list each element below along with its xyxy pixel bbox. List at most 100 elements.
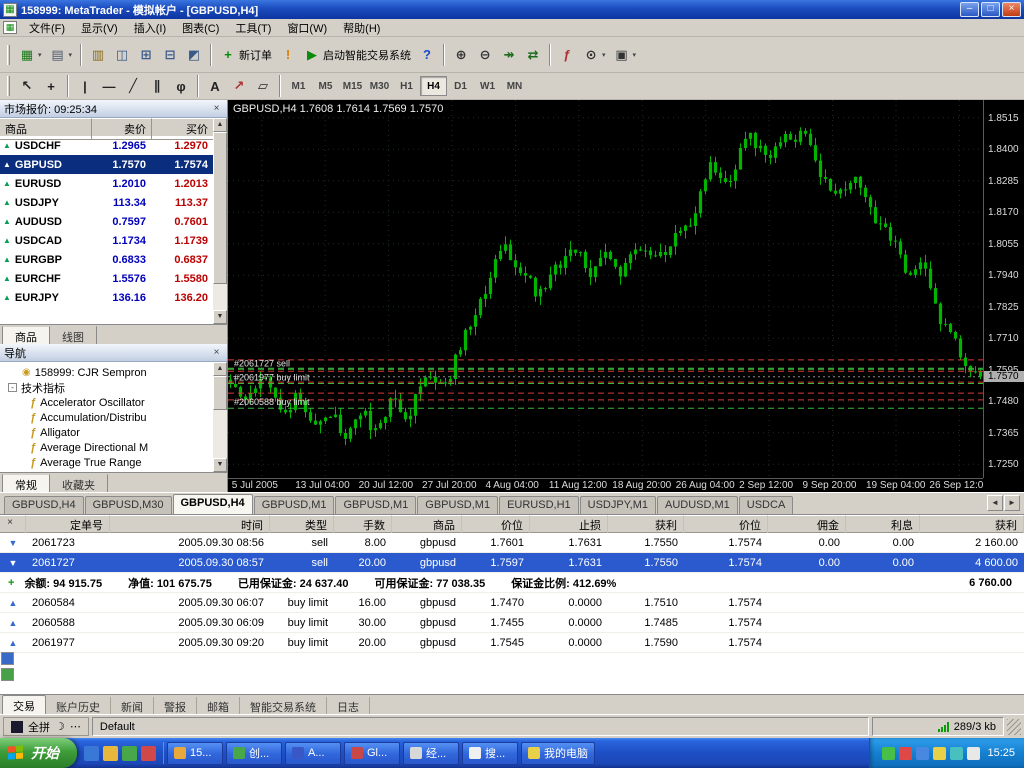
- trendline-button[interactable]: ╱: [121, 74, 145, 98]
- timeframe-mn-button[interactable]: MN: [501, 76, 528, 96]
- menu-item-tools[interactable]: 工具(T): [227, 18, 279, 38]
- indicators-button[interactable]: ƒ: [555, 43, 579, 67]
- chart-tab[interactable]: USDJPY,M1: [580, 496, 656, 514]
- expert-advisor-button[interactable]: ▶启动智能交易系统: [300, 43, 415, 67]
- restore-button[interactable]: □: [981, 2, 1000, 17]
- taskbar-task-5[interactable]: 搜...: [462, 742, 518, 765]
- taskbar-task-6[interactable]: 我的电脑: [521, 742, 595, 765]
- terminal-column-header[interactable]: 获利: [608, 515, 684, 533]
- taskbar-task-2[interactable]: A...: [285, 742, 341, 765]
- scroll-left-icon[interactable]: ◄: [987, 495, 1003, 511]
- market-watch-row-eurusd[interactable]: ▲EURUSD1.20101.2013: [0, 174, 214, 193]
- profiles-button[interactable]: ▤▾: [46, 43, 77, 67]
- chart-time-axis[interactable]: 5 Jul 200513 Jul 04:0020 Jul 12:0027 Jul…: [228, 478, 983, 492]
- timeframe-d1-button[interactable]: D1: [447, 76, 474, 96]
- market-watch-row-eurchf[interactable]: ▲EURCHF1.55761.5580: [0, 269, 214, 288]
- close-button[interactable]: ×: [1002, 2, 1021, 17]
- timeframe-h4-button[interactable]: H4: [420, 76, 447, 96]
- navigator-group-indicators[interactable]: -技术指标: [0, 380, 214, 395]
- navigator-indicator-item[interactable]: ƒAverage True Range: [0, 455, 214, 470]
- tray-icon[interactable]: [899, 747, 912, 760]
- terminal-column-header[interactable]: 商品: [392, 515, 462, 533]
- navigator-indicator-item[interactable]: ƒAccelerator Oscillator: [0, 395, 214, 410]
- toolbar-grip[interactable]: [7, 45, 10, 65]
- minimize-button[interactable]: –: [960, 2, 979, 17]
- tray-icon[interactable]: [882, 747, 895, 760]
- alert-button[interactable]: !: [276, 43, 300, 67]
- close-icon[interactable]: ×: [210, 347, 223, 358]
- order-row-2061723[interactable]: ▼20617232005.09.30 08:56sell8.00gbpusd1.…: [0, 533, 1024, 553]
- terminal-column-header[interactable]: 获利: [920, 515, 1024, 533]
- market-watch-titlebar[interactable]: 市场报价: 09:25:34 ×: [0, 100, 227, 118]
- horizontal-line-button[interactable]: —: [97, 74, 121, 98]
- auto-scroll-button[interactable]: ↠: [497, 43, 521, 67]
- terminal-tab[interactable]: 警报: [154, 697, 197, 714]
- menu-item-insert[interactable]: 插入(I): [126, 18, 174, 38]
- terminal-tab[interactable]: 账户历史: [46, 697, 111, 714]
- navigator-titlebar[interactable]: 导航 ×: [0, 344, 227, 362]
- crosshair-button[interactable]: +: [39, 74, 63, 98]
- terminal-column-header[interactable]: 佣金: [768, 515, 846, 533]
- timeframe-h1-button[interactable]: H1: [393, 76, 420, 96]
- order-row-2061977[interactable]: ▲20619772005.09.30 09:20buy limit20.00gb…: [0, 633, 1024, 653]
- terminal-column-header[interactable]: 价位: [684, 515, 768, 533]
- chart-window-icon[interactable]: ▦: [3, 21, 17, 34]
- quick-launch-icon[interactable]: [141, 746, 156, 761]
- chart-tab[interactable]: GBPUSD,M1: [254, 496, 335, 514]
- timeframe-w1-button[interactable]: W1: [474, 76, 501, 96]
- chart-tab[interactable]: USDCA: [739, 496, 794, 514]
- market-watch-column-header[interactable]: 商品: [0, 118, 92, 140]
- quick-launch-icon[interactable]: [122, 746, 137, 761]
- terminal-close-icon[interactable]: ×: [4, 518, 16, 530]
- tray-icon[interactable]: [916, 747, 929, 760]
- profile-field[interactable]: Default: [92, 717, 869, 736]
- menu-item-file[interactable]: 文件(F): [21, 18, 73, 38]
- candlestick-chart[interactable]: #2061727 sell#2061977 buy limit#2060588 …: [228, 100, 983, 478]
- menu-item-charts[interactable]: 图表(C): [174, 18, 227, 38]
- ime-bar[interactable]: 全拼 ☽ ⋯: [3, 717, 89, 736]
- navigator-indicator-item[interactable]: ƒAccumulation/Distribu: [0, 410, 214, 425]
- start-button[interactable]: 开始: [0, 738, 77, 768]
- menu-item-window[interactable]: 窗口(W): [279, 18, 335, 38]
- market-watch-button[interactable]: ▥: [86, 43, 110, 67]
- arrow-tool-button[interactable]: ↗: [227, 74, 251, 98]
- terminal-column-header[interactable]: 定单号: [26, 515, 110, 533]
- scroll-down-icon[interactable]: ▼: [213, 310, 227, 324]
- collapse-icon[interactable]: -: [8, 383, 17, 392]
- market-watch-row-audusd[interactable]: ▲AUDUSD0.75970.7601: [0, 212, 214, 231]
- taskbar-task-1[interactable]: 创...: [226, 742, 282, 765]
- quick-launch-icon[interactable]: [103, 746, 118, 761]
- chart-shift-button[interactable]: ⇄: [521, 43, 545, 67]
- terminal-column-header[interactable]: 时间: [110, 515, 270, 533]
- order-row-2061727[interactable]: ▼20617272005.09.30 08:57sell20.00gbpusd1…: [0, 553, 1024, 573]
- market-watch-column-header[interactable]: 买价: [152, 118, 214, 140]
- chart-tab[interactable]: GBPUSD,M30: [85, 496, 172, 514]
- chart-tab[interactable]: GBPUSD,M1: [417, 496, 498, 514]
- market-watch-row-usdchf[interactable]: ▲USDCHF1.29651.2970: [0, 136, 214, 155]
- terminal-column-header[interactable]: 手数: [334, 515, 392, 533]
- shapes-button[interactable]: ▱: [251, 74, 275, 98]
- market-watch-row-usdcad[interactable]: ▲USDCAD1.17341.1739: [0, 231, 214, 250]
- new-order-button[interactable]: +新订单: [216, 43, 276, 67]
- timeframe-m15-button[interactable]: M15: [339, 76, 366, 96]
- scroll-down-icon[interactable]: ▼: [213, 458, 227, 472]
- toolbar-grip[interactable]: [7, 76, 10, 96]
- scroll-right-icon[interactable]: ►: [1004, 495, 1020, 511]
- order-row-2060588[interactable]: ▲20605882005.09.30 06:09buy limit30.00gb…: [0, 613, 1024, 633]
- periods-button[interactable]: ⊙▾: [579, 43, 610, 67]
- scrollbar-thumb[interactable]: [213, 376, 227, 410]
- market-watch-row-eurjpy[interactable]: ▲EURJPY136.16136.20: [0, 288, 214, 307]
- terminal-panel-button[interactable]: ⊟: [158, 43, 182, 67]
- vertical-line-button[interactable]: |: [73, 74, 97, 98]
- timeframe-m5-button[interactable]: M5: [312, 76, 339, 96]
- equidistant-channel-button[interactable]: ∥: [145, 74, 169, 98]
- docked-ime-icon[interactable]: [1, 652, 14, 665]
- data-window-button[interactable]: ◫: [110, 43, 134, 67]
- zoom-out-button[interactable]: ⊖: [473, 43, 497, 67]
- market-watch-column-header[interactable]: 卖价: [92, 118, 152, 140]
- ime-more-icon[interactable]: ⋯: [70, 720, 81, 733]
- navigator-account-item[interactable]: ◉158999: CJR Sempron: [0, 365, 214, 380]
- terminal-tab[interactable]: 智能交易系统: [240, 697, 327, 714]
- zoom-in-button[interactable]: ⊕: [449, 43, 473, 67]
- terminal-tab[interactable]: 日志: [327, 697, 370, 714]
